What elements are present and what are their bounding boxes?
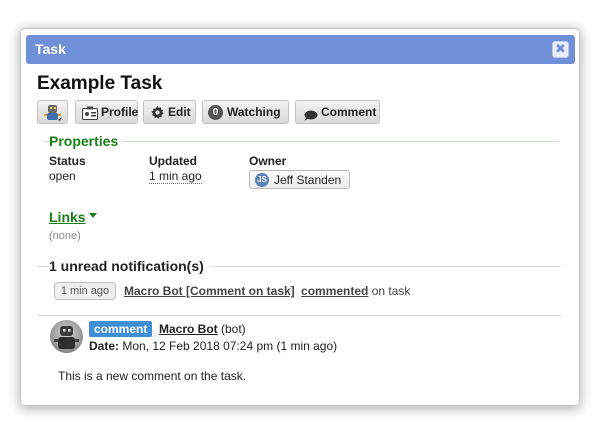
profile-label: Profile — [101, 105, 139, 119]
comment-date-label: Date: — [89, 339, 120, 353]
owner-label: Owner — [249, 154, 287, 168]
comment-divider — [37, 315, 561, 316]
comment-author-line: Macro Bot (bot) — [159, 322, 246, 336]
bot-avatar — [50, 320, 83, 353]
comment-date-value: Mon, 12 Feb 2018 07:24 pm (1 min ago) — [119, 339, 338, 353]
comment-button[interactable]: Comment — [295, 100, 380, 124]
watching-button[interactable]: 0 Watching — [202, 100, 289, 124]
task-dialog: Task ✖ Example Task Profile Edit 0 Watch… — [20, 28, 580, 406]
comment-author-suffix: (bot) — [217, 322, 246, 336]
comment-type-badge: comment — [89, 321, 153, 337]
updated-label: Updated — [149, 154, 197, 168]
task-title: Example Task — [37, 73, 163, 94]
notifications-title: 1 unread notification(s) — [49, 258, 210, 274]
dialog-title: Task — [35, 41, 66, 57]
properties-title: Properties — [49, 133, 123, 149]
owner-name: Jeff Standen — [274, 173, 342, 187]
owner-avatar: JS — [255, 173, 269, 187]
status-label: Status — [49, 154, 86, 168]
edit-button[interactable]: Edit — [143, 100, 196, 124]
owner-chip[interactable]: JS Jeff Standen — [249, 170, 350, 189]
notification-actor-link[interactable]: Macro Bot [Comment on task] — [124, 284, 295, 298]
notification-suffix: on task — [368, 284, 411, 298]
dialog-titlebar[interactable]: Task ✖ — [26, 35, 575, 64]
gear-icon — [150, 105, 165, 127]
task-menu-button[interactable] — [37, 100, 68, 124]
robot-avatar-icon — [43, 103, 63, 129]
links-empty: (none) — [49, 230, 81, 242]
notification-time: 1 min ago — [54, 282, 116, 300]
profile-button[interactable]: Profile — [75, 100, 138, 124]
edit-label: Edit — [168, 105, 191, 119]
speech-bubble-icon — [302, 107, 318, 129]
notification-item: Macro Bot [Comment on task] commented on… — [124, 284, 410, 298]
comment-label: Comment — [321, 105, 377, 119]
watch-count-badge: 0 — [208, 105, 223, 120]
notification-verb-link[interactable]: commented — [301, 284, 368, 298]
status-value: open — [49, 169, 76, 183]
watching-label: Watching — [227, 105, 281, 119]
updated-value: 1 min ago — [149, 169, 202, 184]
caret-down-icon[interactable] — [89, 213, 97, 218]
comment-body: This is a new comment on the task. — [58, 369, 247, 383]
comment-author-link[interactable]: Macro Bot — [159, 322, 218, 336]
links-toggle[interactable]: Links — [49, 209, 86, 225]
id-card-icon — [82, 105, 98, 127]
comment-date-line: Date: Mon, 12 Feb 2018 07:24 pm (1 min a… — [89, 339, 337, 353]
close-icon[interactable]: ✖ — [552, 41, 569, 58]
